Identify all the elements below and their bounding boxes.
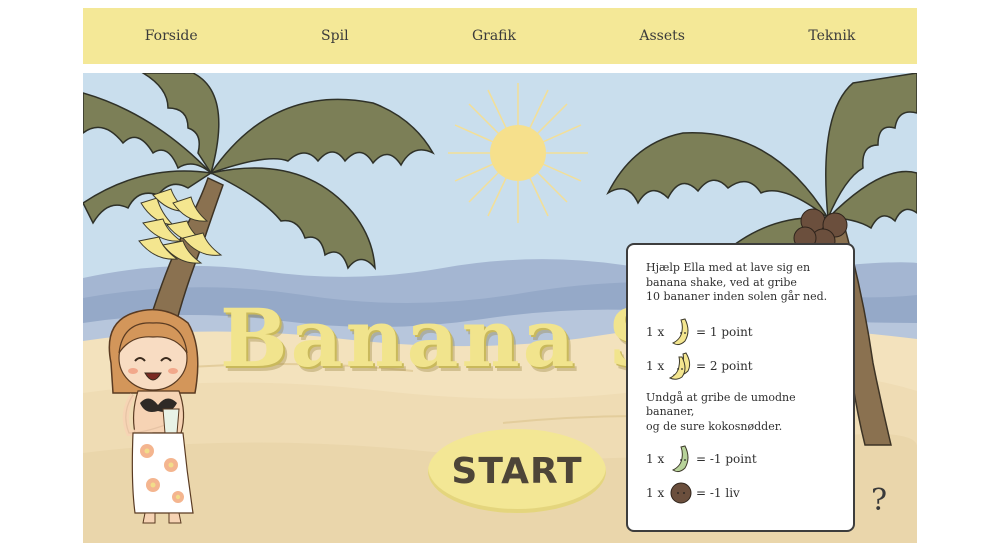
rule-single-banana: 1 x = 1 point bbox=[646, 315, 841, 349]
rule-green-banana: 1 x = -1 point bbox=[646, 442, 841, 476]
single-banana-icon bbox=[668, 317, 694, 347]
rule-qty: 1 x bbox=[646, 358, 665, 373]
top-nav: Forside Spil Grafik Assets Teknik bbox=[83, 8, 917, 64]
green-banana-icon bbox=[668, 444, 694, 474]
intro-line-2: banana shake, ved at gribe bbox=[646, 275, 797, 289]
nav-item-spil[interactable]: Spil bbox=[311, 24, 359, 48]
game-stage[interactable]: Banana S START Hjælp Ella med at lave si… bbox=[83, 73, 917, 543]
rule-banana-bunch: 1 x = 2 point bbox=[646, 349, 841, 383]
game-title: Banana S bbox=[220, 291, 670, 385]
rule-value: = 2 point bbox=[696, 358, 753, 373]
start-button-label: START bbox=[451, 450, 583, 492]
rule-qty: 1 x bbox=[646, 452, 665, 466]
nav-item-grafik[interactable]: Grafik bbox=[462, 24, 526, 48]
rule-coconut: 1 x = -1 liv bbox=[646, 476, 841, 510]
rule-value: = -1 liv bbox=[696, 486, 740, 500]
rule-value: = 1 point bbox=[696, 324, 753, 339]
intro-line-3: 10 bananer inden solen går ned. bbox=[646, 290, 828, 303]
intro-line-1: Hjælp Ella med at lave sig en bbox=[646, 261, 811, 274]
nav-item-forside[interactable]: Forside bbox=[135, 24, 208, 48]
avoid-line-2: og de sure kokosnødder. bbox=[646, 419, 783, 433]
coconut-icon bbox=[668, 478, 694, 508]
sun-icon bbox=[448, 83, 588, 223]
avoid-line-1: Undgå at gribe de umodne bananer, bbox=[646, 390, 796, 419]
nav-item-teknik[interactable]: Teknik bbox=[798, 24, 865, 48]
rule-qty: 1 x bbox=[646, 486, 665, 500]
banana-bunch-icon bbox=[668, 351, 694, 381]
rule-value: = -1 point bbox=[696, 452, 757, 466]
help-button[interactable]: ? bbox=[871, 483, 887, 518]
nav-item-assets[interactable]: Assets bbox=[629, 24, 695, 48]
start-button[interactable]: START bbox=[428, 429, 606, 513]
instructions-panel: Hjælp Ella med at lave sig en banana sha… bbox=[626, 243, 855, 532]
rule-qty: 1 x bbox=[646, 324, 665, 339]
